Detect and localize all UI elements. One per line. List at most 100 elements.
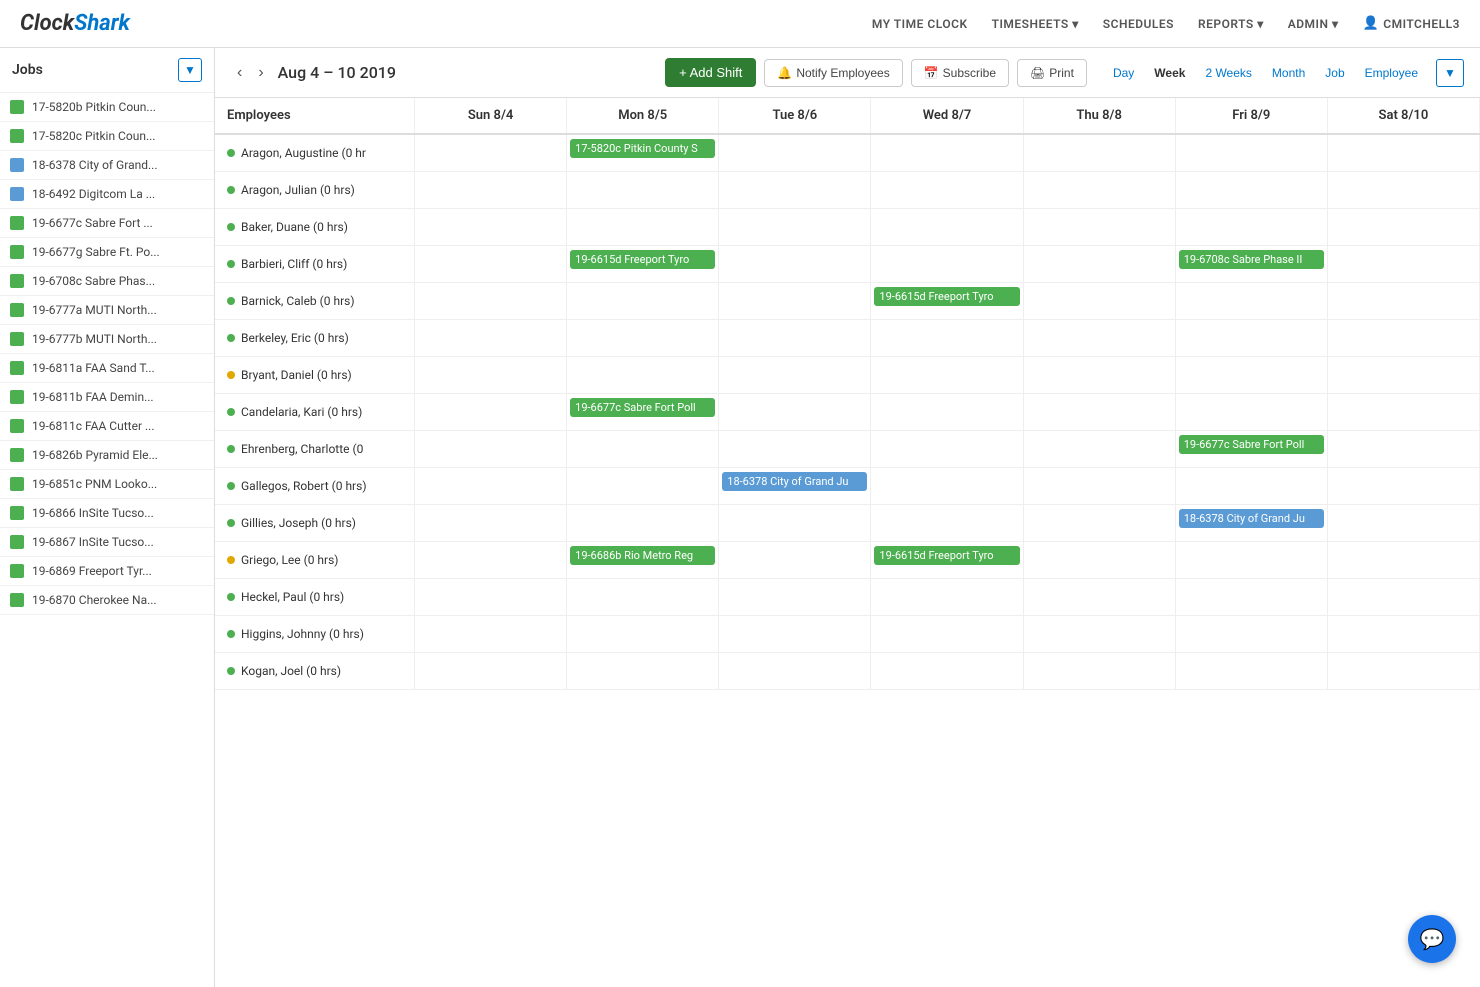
app-logo[interactable]: ClockShark (20, 11, 130, 36)
day-cell-wed[interactable] (871, 172, 1023, 208)
sidebar-item[interactable]: 19-6677c Sabre Fort ... (0, 209, 214, 238)
day-cell-sun[interactable] (415, 468, 567, 504)
sidebar-item[interactable]: 19-6677g Sabre Ft. Po... (0, 238, 214, 267)
prev-week-button[interactable]: ‹ (231, 62, 248, 84)
day-cell-sat[interactable] (1328, 431, 1480, 467)
day-cell-wed[interactable] (871, 357, 1023, 393)
shift-block[interactable]: 19-6677c Sabre Fort Poll (1179, 435, 1324, 454)
day-cell-fri[interactable] (1176, 616, 1328, 652)
shift-block[interactable]: 19-6615d Freeport Tyro (874, 287, 1019, 306)
day-cell-thu[interactable] (1024, 172, 1176, 208)
sidebar-item[interactable]: 19-6708c Sabre Phas... (0, 267, 214, 296)
tab-job[interactable]: Job (1315, 60, 1354, 86)
day-cell-tue[interactable] (719, 209, 871, 245)
day-cell-sun[interactable] (415, 246, 567, 282)
day-cell-mon[interactable]: 19-6686b Rio Metro Reg (567, 542, 719, 578)
day-cell-sun[interactable] (415, 209, 567, 245)
day-cell-tue[interactable] (719, 283, 871, 319)
shift-block[interactable]: 18-6378 City of Grand Ju (1179, 509, 1324, 528)
day-cell-sun[interactable] (415, 283, 567, 319)
sidebar-item[interactable]: 19-6866 InSite Tucso... (0, 499, 214, 528)
day-cell-fri[interactable] (1176, 579, 1328, 615)
day-cell-sat[interactable] (1328, 616, 1480, 652)
day-cell-thu[interactable] (1024, 283, 1176, 319)
day-cell-mon[interactable] (567, 209, 719, 245)
sidebar-filter-button[interactable]: ▼ (178, 58, 202, 82)
day-cell-tue[interactable] (719, 172, 871, 208)
sidebar-item[interactable]: 19-6777b MUTI North... (0, 325, 214, 354)
day-cell-wed[interactable] (871, 616, 1023, 652)
day-cell-tue[interactable] (719, 579, 871, 615)
day-cell-sun[interactable] (415, 394, 567, 430)
day-cell-fri[interactable] (1176, 394, 1328, 430)
shift-block[interactable]: 19-6686b Rio Metro Reg (570, 546, 715, 565)
nav-timesheets[interactable]: TIMESHEETS (992, 17, 1079, 31)
day-cell-sun[interactable] (415, 320, 567, 356)
day-cell-tue[interactable] (719, 616, 871, 652)
day-cell-thu[interactable] (1024, 135, 1176, 171)
day-cell-fri[interactable]: 18-6378 City of Grand Ju (1176, 505, 1328, 541)
tab-employee[interactable]: Employee (1355, 60, 1428, 86)
day-cell-fri[interactable] (1176, 542, 1328, 578)
print-button[interactable]: 🖨 Print (1017, 59, 1087, 87)
day-cell-fri[interactable] (1176, 172, 1328, 208)
nav-my-time-clock[interactable]: MY TIME CLOCK (872, 17, 968, 31)
day-cell-fri[interactable] (1176, 320, 1328, 356)
day-cell-wed[interactable] (871, 653, 1023, 689)
day-cell-tue[interactable] (719, 431, 871, 467)
day-cell-mon[interactable] (567, 357, 719, 393)
day-cell-thu[interactable] (1024, 246, 1176, 282)
day-cell-sun[interactable] (415, 542, 567, 578)
day-cell-tue[interactable]: 18-6378 City of Grand Ju (719, 468, 871, 504)
sidebar-item[interactable]: 19-6870 Cherokee Na... (0, 586, 214, 615)
day-cell-wed[interactable] (871, 246, 1023, 282)
day-cell-fri[interactable]: 19-6677c Sabre Fort Poll (1176, 431, 1328, 467)
day-cell-mon[interactable] (567, 505, 719, 541)
nav-schedules[interactable]: SCHEDULES (1103, 17, 1174, 31)
day-cell-wed[interactable] (871, 505, 1023, 541)
day-cell-mon[interactable]: 17-5820c Pitkin County S (567, 135, 719, 171)
day-cell-fri[interactable]: 19-6708c Sabre Phase II (1176, 246, 1328, 282)
subscribe-button[interactable]: 📅 Subscribe (911, 59, 1009, 87)
day-cell-sat[interactable] (1328, 172, 1480, 208)
day-cell-tue[interactable] (719, 357, 871, 393)
schedule-container[interactable]: EmployeesSun 8/4Mon 8/5Tue 8/6Wed 8/7Thu… (215, 98, 1480, 987)
day-cell-mon[interactable]: 19-6677c Sabre Fort Poll (567, 394, 719, 430)
day-cell-sat[interactable] (1328, 357, 1480, 393)
day-cell-fri[interactable] (1176, 468, 1328, 504)
day-cell-thu[interactable] (1024, 542, 1176, 578)
sidebar-item[interactable]: 19-6777a MUTI North... (0, 296, 214, 325)
day-cell-sun[interactable] (415, 579, 567, 615)
day-cell-fri[interactable] (1176, 283, 1328, 319)
day-cell-wed[interactable] (871, 579, 1023, 615)
day-cell-mon[interactable] (567, 283, 719, 319)
sidebar-item[interactable]: 19-6811c FAA Cutter ... (0, 412, 214, 441)
sidebar-item[interactable]: 18-6378 City of Grand... (0, 151, 214, 180)
day-cell-wed[interactable] (871, 394, 1023, 430)
shift-block[interactable]: 17-5820c Pitkin County S (570, 139, 715, 158)
sidebar-item[interactable]: 19-6869 Freeport Tyr... (0, 557, 214, 586)
day-cell-sun[interactable] (415, 172, 567, 208)
sidebar-item[interactable]: 17-5820b Pitkin Coun... (0, 93, 214, 122)
day-cell-thu[interactable] (1024, 616, 1176, 652)
day-cell-tue[interactable] (719, 394, 871, 430)
day-cell-wed[interactable] (871, 135, 1023, 171)
day-cell-thu[interactable] (1024, 394, 1176, 430)
shift-block[interactable]: 19-6615d Freeport Tyro (874, 546, 1019, 565)
day-cell-thu[interactable] (1024, 320, 1176, 356)
day-cell-mon[interactable] (567, 579, 719, 615)
day-cell-thu[interactable] (1024, 653, 1176, 689)
sidebar-item[interactable]: 19-6826b Pyramid Ele... (0, 441, 214, 470)
nav-admin[interactable]: ADMIN (1288, 17, 1339, 31)
chat-bubble[interactable]: 💬 (1408, 915, 1456, 963)
notify-employees-button[interactable]: 🔔 Notify Employees (764, 59, 902, 87)
day-cell-mon[interactable] (567, 431, 719, 467)
day-cell-wed[interactable] (871, 468, 1023, 504)
day-cell-wed[interactable]: 19-6615d Freeport Tyro (871, 542, 1023, 578)
day-cell-thu[interactable] (1024, 579, 1176, 615)
day-cell-tue[interactable] (719, 246, 871, 282)
day-cell-wed[interactable] (871, 320, 1023, 356)
shift-block[interactable]: 19-6708c Sabre Phase II (1179, 250, 1324, 269)
sidebar-item[interactable]: 17-5820c Pitkin Coun... (0, 122, 214, 151)
day-cell-sun[interactable] (415, 357, 567, 393)
